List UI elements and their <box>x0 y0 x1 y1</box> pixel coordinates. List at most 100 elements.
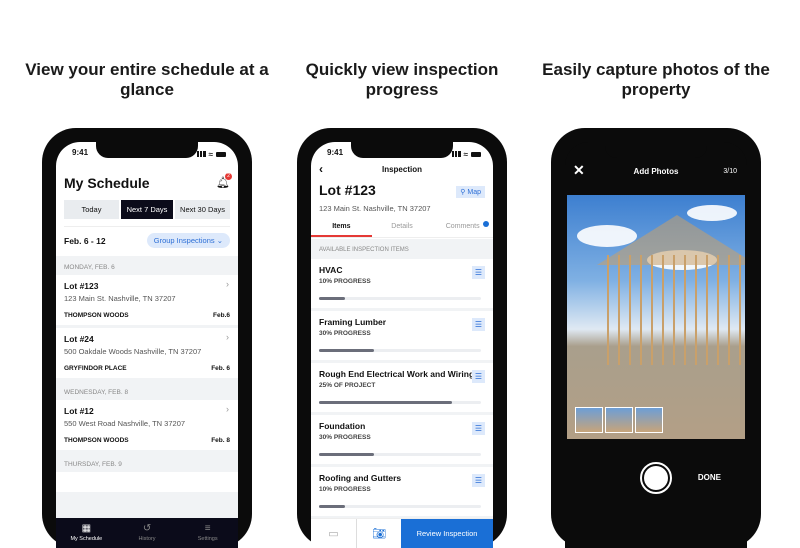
inspection-tabs: Items Details Comments <box>311 218 493 238</box>
adjust-icon[interactable]: ☰ <box>472 370 485 383</box>
tab-label: Comments <box>445 223 480 230</box>
camera-icon[interactable]: 📷︎ <box>356 519 401 548</box>
date-range-label: Feb. 6 - 12 <box>64 235 106 246</box>
progress-fill <box>319 505 345 508</box>
notch <box>351 142 453 158</box>
tab-label: My Schedule <box>70 536 103 542</box>
tab-history[interactable]: ↺ History <box>117 518 178 548</box>
tab-items[interactable]: Items <box>311 218 372 237</box>
chevron-right-icon: › <box>226 279 229 289</box>
phone-schedule: 9:41 ≈ My Schedule 🔔︎ 2 Today Next 7 Days … <box>42 128 252 548</box>
day-header: MONDAY, FEB. 6 <box>64 264 115 271</box>
segment-next-7-days[interactable]: Next 7 Days <box>120 200 174 219</box>
tab-details[interactable]: Details <box>372 218 433 237</box>
progress-fill <box>319 453 375 456</box>
lot-address: 500 Oakdale Woods Nashville, TN 37207 <box>64 347 202 356</box>
history-icon: ↺ <box>142 523 152 534</box>
item-name: Roofing and Gutters <box>319 473 402 483</box>
day-header: WEDNESDAY, FEB. 8 <box>64 389 129 396</box>
inspection-screen: 9:41 ≈ ‹ Inspection Lot #123 ⚲ Map 123 Ma… <box>311 142 493 548</box>
adjust-icon[interactable]: ☰ <box>472 318 485 331</box>
list-item[interactable] <box>56 472 238 492</box>
status-time: 9:41 <box>327 148 344 157</box>
adjust-icon[interactable]: ☰ <box>472 422 485 435</box>
phone-photos: ✕ Add Photos 3/10 DONE <box>551 128 761 548</box>
item-progress-label: 10% PROGRESS <box>319 486 371 493</box>
phone-inspection: 9:41 ≈ ‹ Inspection Lot #123 ⚲ Map 123 Ma… <box>297 128 507 548</box>
tab-my-schedule[interactable]: ▦ My Schedule <box>56 518 117 548</box>
chevron-right-icon: › <box>226 332 229 342</box>
tab-comments[interactable]: Comments <box>432 218 493 237</box>
calendar-icon: ▦ <box>81 523 92 534</box>
progress-bar <box>319 401 481 404</box>
item-progress-label: 25% OF PROJECT <box>319 382 376 389</box>
subdivision: GRYFINDOR PLACE <box>64 365 127 372</box>
bell-icon[interactable]: 🔔︎ 2 <box>216 173 232 189</box>
signal-icon <box>196 151 206 157</box>
day-header: THURSDAY, FEB. 9 <box>64 461 122 468</box>
lot-address: 550 West Road Nashville, TN 37207 <box>64 419 186 428</box>
review-inspection-button[interactable]: Review Inspection <box>401 519 493 548</box>
gallery-icon[interactable]: ▭ <box>311 519 356 548</box>
bottom-action-bar: ▭ 📷︎ Review Inspection <box>311 518 493 548</box>
segment-today[interactable]: Today <box>64 200 119 219</box>
schedule-list[interactable]: MONDAY, FEB. 6 Lot #123 123 Main St. Nash… <box>56 256 238 518</box>
thumbnail[interactable] <box>635 407 663 433</box>
caption-photos: Easily capture photos of the property <box>542 60 770 99</box>
lot-title: Lot #123 <box>319 182 376 198</box>
caption-inspection: Quickly view inspection progress <box>305 60 499 99</box>
battery-icon <box>471 151 481 157</box>
date-range-segment: Today Next 7 Days Next 30 Days <box>64 200 231 219</box>
item-name: Foundation <box>319 421 366 431</box>
segment-next-30-days[interactable]: Next 30 Days <box>175 200 231 219</box>
pin-icon: ⚲ <box>460 189 466 196</box>
inspection-item[interactable]: HVAC 10% PROGRESS ☰ <box>311 259 493 308</box>
inspection-date: Feb. 6 <box>211 365 230 372</box>
progress-fill <box>319 401 452 404</box>
caption-schedule: View your entire schedule at a glance <box>25 60 269 99</box>
adjust-icon[interactable]: ☰ <box>472 474 485 487</box>
list-item[interactable]: Lot #12 550 West Road Nashville, TN 37207… <box>56 400 238 450</box>
list-item[interactable]: Lot #24 500 Oakdale Woods Nashville, TN 3… <box>56 328 238 378</box>
tab-label: History <box>138 536 156 542</box>
progress-fill <box>319 349 375 352</box>
inspection-items-list[interactable]: AVAILABLE INSPECTION ITEMS HVAC 10% PROGR… <box>311 239 493 518</box>
group-inspections-button[interactable]: Group Inspections ⌄ <box>146 233 230 248</box>
battery-icon <box>216 151 226 157</box>
lot-name: Lot #12 <box>64 406 94 416</box>
chevron-right-icon: › <box>226 404 229 414</box>
tab-bar: ▦ My Schedule ↺ History ≡ Settings <box>56 518 238 548</box>
item-progress-label: 30% PROGRESS <box>319 330 371 337</box>
adjust-icon[interactable]: ☰ <box>472 266 485 279</box>
house-frame <box>607 255 745 365</box>
unread-dot <box>483 221 490 227</box>
section-header: AVAILABLE INSPECTION ITEMS <box>319 247 409 253</box>
inspection-item[interactable]: Framing Lumber 30% PROGRESS ☰ <box>311 311 493 360</box>
inspection-item[interactable]: Foundation 30% PROGRESS ☰ <box>311 415 493 464</box>
notch <box>605 142 707 158</box>
tab-settings[interactable]: ≡ Settings <box>177 518 238 548</box>
item-progress-label: 30% PROGRESS <box>319 434 371 441</box>
progress-fill <box>319 297 345 300</box>
screen-title: Add Photos <box>633 167 679 176</box>
lot-name: Lot #24 <box>64 334 94 344</box>
inspection-item[interactable]: Roofing and Gutters 10% PROGRESS ☰ <box>311 467 493 516</box>
page-title: My Schedule <box>64 175 150 191</box>
status-time: 9:41 <box>72 148 89 157</box>
list-item[interactable]: Lot #123 123 Main St. Nashville, TN 37207… <box>56 275 238 325</box>
shutter-button[interactable] <box>640 462 672 494</box>
lot-address: 123 Main St. Nashville, TN 37207 <box>64 294 176 303</box>
inspection-date: Feb.6 <box>213 312 230 319</box>
thumbnail[interactable] <box>575 407 603 433</box>
nav-title: Inspection <box>381 165 422 174</box>
tab-label: Settings <box>197 536 218 542</box>
item-progress-label: 10% PROGRESS <box>319 278 371 285</box>
map-button[interactable]: ⚲ Map <box>456 186 485 198</box>
inspection-date: Feb. 8 <box>211 437 230 444</box>
done-button[interactable]: DONE <box>698 473 721 482</box>
subdivision: THOMPSON WOODS <box>64 437 129 444</box>
notification-badge: 2 <box>225 173 232 180</box>
inspection-item[interactable]: Rough End Electrical Work and Wiring 25% … <box>311 363 493 412</box>
item-name: Rough End Electrical Work and Wiring <box>319 369 475 379</box>
thumbnail[interactable] <box>605 407 633 433</box>
